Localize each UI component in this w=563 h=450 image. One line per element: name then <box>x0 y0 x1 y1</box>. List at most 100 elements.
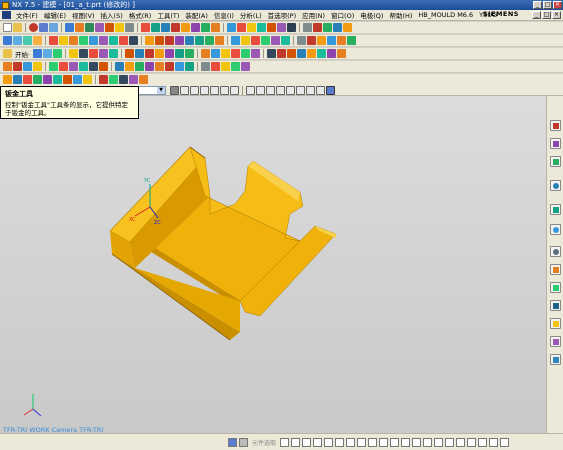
feature-icon[interactable] <box>105 23 114 32</box>
chamfer-icon[interactable] <box>155 36 164 45</box>
sheetmetal-icon[interactable] <box>115 62 124 71</box>
intersect-icon[interactable] <box>215 36 224 45</box>
ejector-icon[interactable] <box>277 23 286 32</box>
web-browser-tab[interactable] <box>550 224 561 235</box>
sphere-icon[interactable] <box>211 23 220 32</box>
front-view-icon[interactable] <box>201 49 211 58</box>
constraint-tool-icon[interactable] <box>478 437 488 447</box>
arrow-icon[interactable] <box>69 49 79 58</box>
slot-icon[interactable] <box>119 36 128 45</box>
wave-icon[interactable] <box>73 75 82 84</box>
dimension-tool-icon[interactable] <box>467 437 477 447</box>
hide-icon[interactable] <box>317 36 326 45</box>
new-icon[interactable] <box>3 23 12 32</box>
slider-icon[interactable] <box>267 23 276 32</box>
draft-icon[interactable] <box>175 36 184 45</box>
groove-icon[interactable] <box>129 36 138 45</box>
sync-icon[interactable] <box>161 23 170 32</box>
left-view-icon[interactable] <box>251 49 261 58</box>
diagonal-snap-icon[interactable] <box>316 86 325 95</box>
polygon-icon[interactable] <box>317 49 327 58</box>
surface-icon[interactable] <box>151 23 160 32</box>
layer-settings-icon[interactable] <box>297 36 306 45</box>
control-point-snap-icon[interactable] <box>200 86 209 95</box>
cavity-icon[interactable] <box>237 23 246 32</box>
hd3d-tools-tab[interactable] <box>550 204 561 215</box>
pan-icon[interactable] <box>23 36 32 45</box>
chamfer-tool-icon[interactable] <box>379 437 389 447</box>
thicken-icon[interactable] <box>343 23 352 32</box>
shade-icon[interactable] <box>85 23 94 32</box>
dimension-sketch-icon[interactable] <box>99 62 108 71</box>
invert-icon[interactable] <box>337 36 346 45</box>
finish-sketch-icon[interactable] <box>500 437 510 447</box>
sheetmetal-part-render[interactable]: YC XC ZC <box>0 96 546 433</box>
trim-icon[interactable] <box>323 23 332 32</box>
clip-icon[interactable] <box>135 49 145 58</box>
datum-plane-icon[interactable] <box>231 36 240 45</box>
circle-tool-icon[interactable] <box>313 437 323 447</box>
palette-tab[interactable] <box>550 354 561 365</box>
assembly-navigator-tab[interactable] <box>550 120 561 131</box>
system-scenes-tab[interactable] <box>550 336 561 347</box>
doc-close-button[interactable]: × <box>552 11 561 19</box>
grid-icon[interactable] <box>228 437 237 447</box>
point-on-curve-snap-icon[interactable] <box>246 86 255 95</box>
parts-list-icon[interactable] <box>119 75 128 84</box>
tangent-snap-icon[interactable] <box>276 86 285 95</box>
filter-icon[interactable] <box>23 75 32 84</box>
menu-edit[interactable]: 编辑(E) <box>41 10 69 20</box>
sketch-pencil-icon[interactable] <box>3 62 12 71</box>
constraint-icon[interactable] <box>49 62 58 71</box>
bend-icon[interactable] <box>145 62 154 71</box>
doc-restore-button[interactable]: □ <box>542 11 551 19</box>
table-icon[interactable] <box>99 75 108 84</box>
blend-icon[interactable] <box>145 36 154 45</box>
show-icon[interactable] <box>327 36 336 45</box>
mold-icon[interactable] <box>227 23 236 32</box>
eye-icon[interactable] <box>201 62 210 71</box>
dimple-icon[interactable] <box>185 62 194 71</box>
section-icon[interactable] <box>125 49 135 58</box>
reuse-library-tab[interactable] <box>550 180 561 191</box>
menu-help[interactable]: 帮助(H) <box>386 10 415 20</box>
select-icon[interactable] <box>13 75 22 84</box>
start-icon[interactable] <box>3 49 12 58</box>
polygon-tool-icon[interactable] <box>346 437 356 447</box>
mirror-tool-icon[interactable] <box>412 437 422 447</box>
revolve-icon[interactable] <box>69 36 78 45</box>
menu-file[interactable]: 文件(F) <box>13 10 41 20</box>
pmi-icon[interactable] <box>109 49 119 58</box>
dimension-icon[interactable] <box>99 49 109 58</box>
system-materials-tab[interactable] <box>550 264 561 275</box>
note-icon[interactable] <box>89 49 99 58</box>
open-icon[interactable] <box>13 23 22 32</box>
hole-icon[interactable] <box>79 36 88 45</box>
arc-center-snap-icon[interactable] <box>220 86 229 95</box>
doc-minimize-button[interactable]: _ <box>532 11 541 19</box>
mirror-icon[interactable] <box>185 36 194 45</box>
project-tool-icon[interactable] <box>434 437 444 447</box>
offset-icon[interactable] <box>333 23 342 32</box>
wireframe-icon[interactable] <box>145 49 155 58</box>
balloon-icon[interactable] <box>109 75 118 84</box>
start-menu-button[interactable]: 开始· <box>15 49 30 59</box>
slash-snap-icon[interactable] <box>306 86 315 95</box>
edit-object-icon[interactable] <box>347 36 356 45</box>
rectangle-tool-icon[interactable] <box>335 437 345 447</box>
menu-application[interactable]: 应用(N) <box>299 10 328 20</box>
plus-snap-icon[interactable] <box>296 86 305 95</box>
layer-icon[interactable] <box>65 23 74 32</box>
redo-icon[interactable] <box>49 23 58 32</box>
reference-set-icon[interactable] <box>83 75 92 84</box>
part-nav-icon[interactable] <box>281 36 290 45</box>
face-analysis-icon[interactable] <box>175 49 185 58</box>
project-icon[interactable] <box>327 49 337 58</box>
undo-icon[interactable] <box>39 23 48 32</box>
box-icon[interactable] <box>181 23 190 32</box>
menu-insert[interactable]: 插入(S) <box>98 10 126 20</box>
arc-tool-icon[interactable] <box>302 437 312 447</box>
constraint-navigator-tab[interactable] <box>550 138 561 149</box>
export-icon[interactable] <box>129 75 138 84</box>
spline-icon[interactable] <box>297 49 307 58</box>
